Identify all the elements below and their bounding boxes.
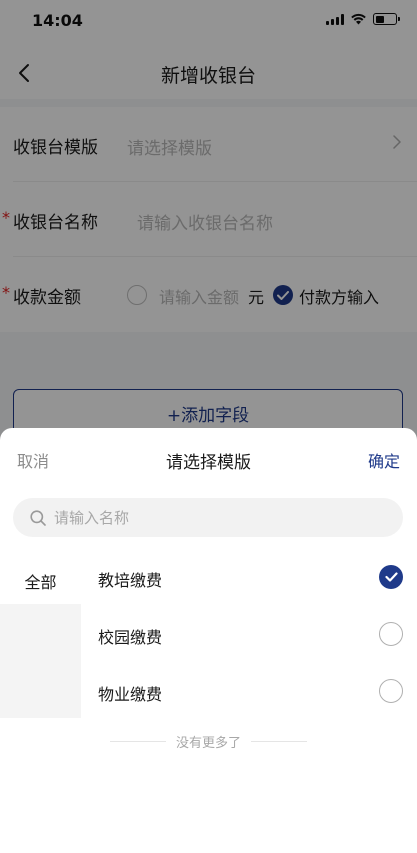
no-more-text: 没有更多了	[175, 736, 241, 751]
option-radio[interactable]	[379, 622, 403, 646]
option-checked-radio[interactable]	[379, 565, 403, 589]
option-label: 校园缴费	[98, 628, 163, 647]
template-option[interactable]: 校园缴费	[81, 605, 417, 662]
option-label: 教培缴费	[98, 571, 163, 590]
divider-line	[251, 741, 307, 742]
category-list-background	[0, 604, 81, 718]
no-more-indicator: 没有更多了	[0, 732, 417, 751]
search-box[interactable]	[13, 498, 403, 537]
search-input[interactable]	[54, 508, 374, 527]
option-radio[interactable]	[379, 679, 403, 703]
option-label: 物业缴费	[98, 685, 163, 704]
template-option-list: 教培缴费 校园缴费 物业缴费	[81, 548, 417, 719]
category-list: 全部	[0, 558, 81, 718]
template-option[interactable]: 物业缴费	[81, 662, 417, 719]
confirm-button[interactable]: 确定	[368, 448, 400, 472]
category-item-all[interactable]: 全部	[0, 558, 81, 604]
sheet-title: 请选择模版	[166, 453, 251, 473]
check-icon	[384, 572, 398, 582]
template-picker-sheet: 取消 请选择模版 确定 全部 教培缴费 校园缴费 物业缴费	[0, 428, 417, 853]
search-icon	[30, 509, 46, 526]
template-option[interactable]: 教培缴费	[81, 548, 417, 605]
divider-line	[109, 741, 166, 742]
